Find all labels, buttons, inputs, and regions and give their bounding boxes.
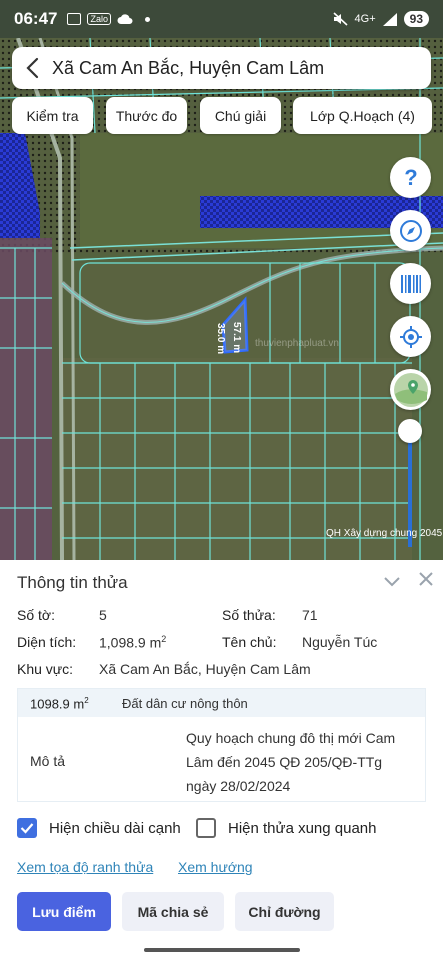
region-value: Xã Cam An Bắc, Huyện Cam Lâm xyxy=(99,661,311,677)
chip-measure[interactable]: Thước đo xyxy=(106,97,187,134)
status-bar: 06:47 Zalo 4G+ 93 xyxy=(0,0,443,38)
status-time: 06:47 xyxy=(14,9,58,28)
mute-icon xyxy=(332,12,348,26)
barcode-icon xyxy=(400,274,421,293)
panel-title: Thông tin thửa xyxy=(17,573,128,592)
plot-value: 71 xyxy=(302,607,318,623)
view-direction-link[interactable]: Xem hướng xyxy=(178,859,253,875)
help-icon: ? xyxy=(404,167,417,189)
battery-level: 93 xyxy=(403,11,429,27)
planning-layer-caption: QH Xây dựng chung 2045 xyxy=(326,528,443,539)
screenshot-icon xyxy=(67,13,82,25)
chip-legend[interactable]: Chú giải xyxy=(200,97,281,134)
directions-label: Chỉ đường xyxy=(248,903,321,920)
chip-planning-layers-label: Lớp Q.Hoạch (4) xyxy=(310,107,415,124)
chip-check-label: Kiểm tra xyxy=(26,107,79,124)
back-icon[interactable] xyxy=(12,47,52,89)
neighbors-label: Hiện thửa xung quanh xyxy=(228,819,377,837)
help-button[interactable]: ? xyxy=(390,157,431,198)
owner-value: Nguyễn Túc xyxy=(302,634,378,650)
opacity-slider-thumb[interactable] xyxy=(398,419,422,443)
close-icon[interactable] xyxy=(416,569,436,589)
land-area: 1098.9 m2 xyxy=(30,696,89,711)
network-indicator: 4G+ xyxy=(354,13,376,25)
map-type-button[interactable] xyxy=(390,369,431,410)
area-label: Diện tích: xyxy=(17,634,77,650)
status-system: 4G+ 93 xyxy=(332,11,429,27)
crosshair-icon xyxy=(399,325,422,348)
region-label: Khu vực: xyxy=(17,661,74,677)
zalo-icon: Zalo xyxy=(87,13,111,25)
sheet-label: Số tờ: xyxy=(17,607,55,623)
option-show-edge-length[interactable]: Hiện chiều dài cạnh xyxy=(17,818,181,838)
share-code-button[interactable]: Mã chia sẻ xyxy=(122,892,224,931)
check-icon xyxy=(20,823,34,834)
chevron-down-icon[interactable] xyxy=(382,571,402,591)
location-header[interactable]: Xã Cam An Bắc, Huyện Cam Lâm xyxy=(12,47,431,89)
owner-label: Tên chủ: xyxy=(222,634,277,650)
save-point-button[interactable]: Lưu điểm xyxy=(17,892,111,931)
svg-text:?: ? xyxy=(404,167,417,189)
area-number: 1,098.9 m xyxy=(99,634,162,651)
area-exponent: 2 xyxy=(161,634,167,644)
land-use-row: 1098.9 m2 Đất dân cư nông thôn xyxy=(18,689,425,717)
description-label: Mô tả xyxy=(30,753,66,769)
compass-button[interactable] xyxy=(390,210,431,251)
location-title: Xã Cam An Bắc, Huyện Cam Lâm xyxy=(52,57,325,78)
plot-label: Số thửa: xyxy=(222,607,276,623)
satellite-map-icon xyxy=(393,372,428,407)
my-location-button[interactable] xyxy=(390,316,431,357)
area-value: 1,098.9 m2 xyxy=(99,634,166,651)
home-indicator[interactable] xyxy=(144,948,300,952)
land-type: Đất dân cư nông thôn xyxy=(122,696,248,711)
share-code-label: Mã chia sẻ xyxy=(137,903,209,920)
view-coords-link[interactable]: Xem tọa độ ranh thửa xyxy=(17,859,153,875)
parcel-info-panel: Thông tin thửa Số tờ: 5 Số thửa: 71 Diện… xyxy=(0,560,443,960)
compass-icon xyxy=(399,219,422,242)
status-notifications: Zalo xyxy=(67,13,150,25)
option-show-neighbors[interactable]: Hiện thửa xung quanh xyxy=(196,818,376,838)
dimension-label-1: 57.1 m xyxy=(231,322,242,354)
chip-check[interactable]: Kiểm tra xyxy=(12,97,93,134)
land-area-number: 1098.9 m xyxy=(30,696,85,712)
save-point-label: Lưu điểm xyxy=(32,903,96,920)
chip-legend-label: Chú giải xyxy=(214,107,267,124)
sheet-value: 5 xyxy=(99,607,107,623)
neighbors-checkbox[interactable] xyxy=(196,818,216,838)
chip-measure-label: Thước đo xyxy=(115,107,178,124)
barcode-button[interactable] xyxy=(390,263,431,304)
dimension-label-2: 35.0 m xyxy=(215,323,226,355)
signal-icon xyxy=(382,12,397,26)
directions-button[interactable]: Chỉ đường xyxy=(235,892,334,931)
land-use-table: 1098.9 m2 Đất dân cư nông thôn Mô tả Quy… xyxy=(17,688,426,802)
chip-planning-layers[interactable]: Lớp Q.Hoạch (4) xyxy=(293,97,432,134)
dot-icon xyxy=(145,16,150,22)
edge-length-checkbox[interactable] xyxy=(17,818,37,838)
map-watermark: thuvienphapluat.vn xyxy=(255,338,339,349)
description-value: Quy hoạch chung đô thị mới Cam Lâm đến 2… xyxy=(186,730,396,794)
edge-length-label: Hiện chiều dài cạnh xyxy=(49,819,181,837)
cloud-icon xyxy=(117,13,133,24)
land-area-exponent: 2 xyxy=(84,696,89,705)
